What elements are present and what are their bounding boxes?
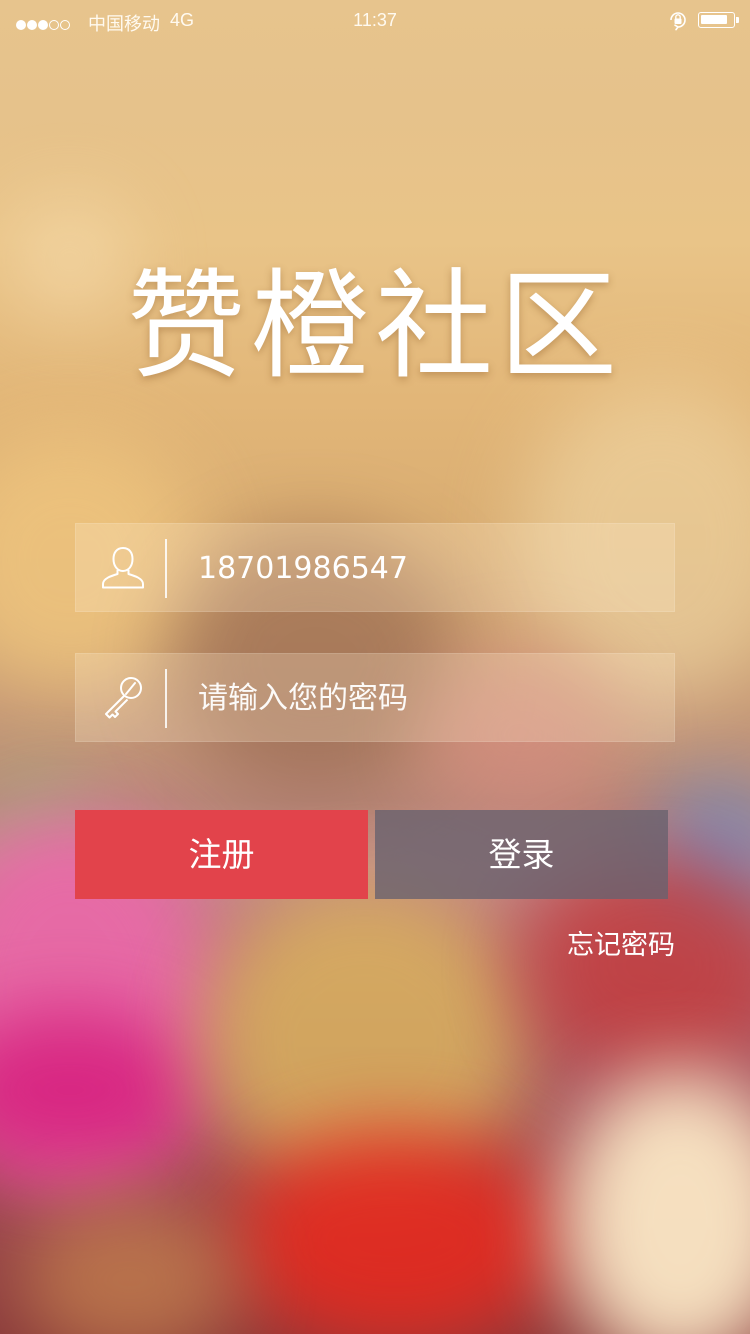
password-field[interactable] <box>75 653 675 742</box>
register-button[interactable]: 注册 <box>75 810 368 899</box>
status-bar: 中国移动 4G 11:37 <box>0 0 750 40</box>
username-field[interactable] <box>75 523 675 612</box>
login-screen: 中国移动 4G 11:37 赞橙社区 注册 <box>0 0 750 1334</box>
app-title: 赞橙社区 <box>126 257 623 395</box>
login-button[interactable]: 登录 <box>375 810 668 899</box>
username-input[interactable] <box>198 543 648 593</box>
status-time: 11:37 <box>353 10 397 30</box>
user-icon <box>102 546 144 589</box>
battery-fill <box>701 15 727 24</box>
field-divider <box>165 669 167 728</box>
key-icon <box>105 677 142 719</box>
password-input[interactable] <box>198 673 648 723</box>
orientation-lock-icon <box>670 12 686 31</box>
battery-tip <box>736 17 739 23</box>
battery-icon <box>698 12 735 28</box>
forgot-password-link[interactable]: 忘记密码 <box>540 926 675 966</box>
field-divider <box>165 539 167 598</box>
